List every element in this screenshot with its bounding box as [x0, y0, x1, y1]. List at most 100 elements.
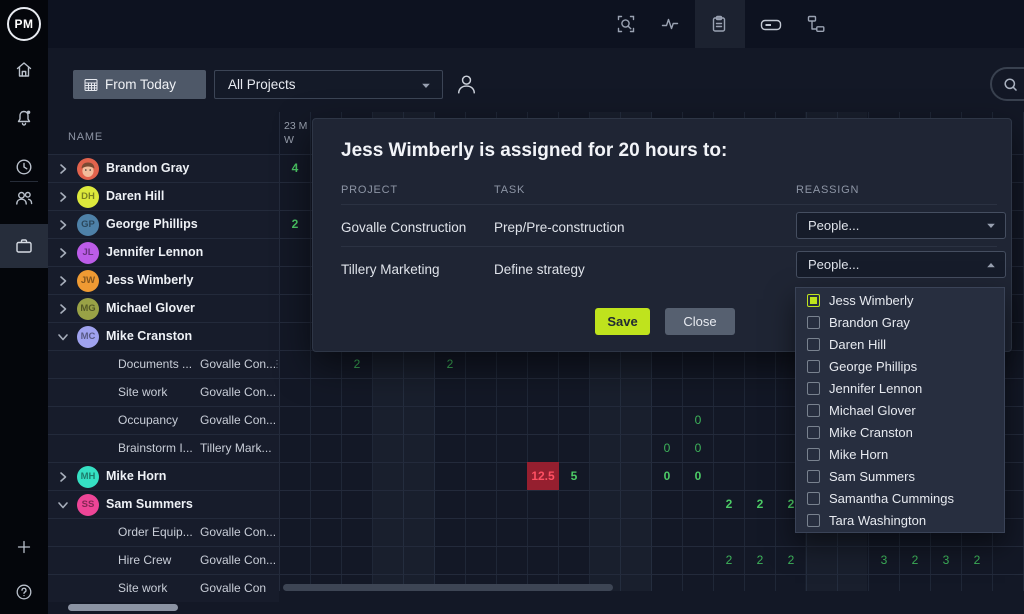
person-name: Jess Wimberly: [106, 267, 193, 294]
grid-cell-value[interactable]: 2: [744, 490, 776, 518]
projects-briefcase-icon[interactable]: [14, 236, 34, 256]
time-clock-icon[interactable]: [14, 157, 34, 177]
avatar: GP: [77, 214, 99, 236]
dropdown-option-label: Jennifer Lennon: [829, 378, 922, 400]
projects-filter-select[interactable]: All Projects: [214, 70, 443, 99]
dropdown-option[interactable]: Sam Summers: [796, 466, 1004, 488]
search-button[interactable]: [990, 67, 1024, 101]
checkbox-icon[interactable]: [807, 448, 820, 461]
name-column-header: NAME: [68, 131, 103, 143]
dropdown-option-label: Daren Hill: [829, 334, 886, 356]
tab-activity-icon[interactable]: [660, 14, 680, 34]
grid-cell-value[interactable]: 2: [434, 350, 466, 378]
team-users-icon[interactable]: [14, 188, 34, 208]
task-project: Govalle Con: [200, 575, 266, 602]
checkbox-checked-icon[interactable]: [807, 294, 820, 307]
from-today-label: From Today: [105, 77, 176, 92]
dropdown-option[interactable]: Mike Cranston: [796, 422, 1004, 444]
pm-logo[interactable]: PM: [7, 7, 41, 41]
chevron-right-icon[interactable]: [57, 275, 69, 287]
chevron-right-icon[interactable]: [57, 471, 69, 483]
row-menu-icon[interactable]: ⋮: [272, 351, 282, 378]
close-button[interactable]: Close: [665, 308, 735, 335]
person-name: Jennifer Lennon: [106, 239, 203, 266]
avatar: MG: [77, 298, 99, 320]
dropdown-option[interactable]: Samantha Cummings: [796, 488, 1004, 510]
dropdown-option[interactable]: Jennifer Lennon: [796, 378, 1004, 400]
grid-cell-value[interactable]: 3: [930, 546, 962, 574]
dropdown-option-label: Sam Summers: [829, 466, 915, 488]
checkbox-icon[interactable]: [807, 360, 820, 373]
names-horizontal-scrollbar[interactable]: [68, 604, 178, 611]
grid-cell-value[interactable]: 0: [651, 434, 683, 462]
checkbox-icon[interactable]: [807, 316, 820, 329]
tab-find-icon[interactable]: [616, 14, 636, 34]
modal-title: Jess Wimberly is assigned for 20 hours t…: [341, 140, 727, 162]
grid-cell-value[interactable]: 2: [341, 350, 373, 378]
checkbox-icon[interactable]: [807, 470, 820, 483]
task-name: Order Equip...: [118, 519, 193, 546]
dropdown-option[interactable]: Tara Washington: [796, 510, 1004, 532]
grid-cell-value[interactable]: 3: [868, 546, 900, 574]
reassign-people-select-open[interactable]: People...: [796, 251, 1006, 278]
modal-col-reassign: REASSIGN: [796, 184, 859, 196]
avatar: SS: [77, 494, 99, 516]
home-icon[interactable]: [14, 60, 34, 80]
chevron-right-icon[interactable]: [57, 163, 69, 175]
person-name: Brandon Gray: [106, 155, 189, 182]
save-button[interactable]: Save: [595, 308, 650, 335]
grid-cell-value[interactable]: 2: [775, 546, 807, 574]
checkbox-icon[interactable]: [807, 338, 820, 351]
checkbox-icon[interactable]: [807, 404, 820, 417]
notifications-bell-icon[interactable]: [14, 108, 34, 128]
help-icon[interactable]: [14, 582, 34, 602]
grid-cell-value[interactable]: 5: [558, 462, 590, 490]
chevron-right-icon[interactable]: [57, 247, 69, 259]
modal-col-task: TASK: [494, 184, 525, 196]
tab-sitemap-icon[interactable]: [806, 14, 826, 34]
from-today-button[interactable]: From Today: [73, 70, 206, 99]
grid-cell-value[interactable]: 0: [651, 462, 683, 490]
checkbox-icon[interactable]: [807, 426, 820, 439]
dropdown-option[interactable]: Jess Wimberly: [796, 290, 1004, 312]
grid-cell-value[interactable]: 0: [682, 462, 714, 490]
grid-cell-value[interactable]: 0: [682, 406, 714, 434]
tab-workload-icon[interactable]: [760, 19, 782, 31]
grid-cell-value[interactable]: 2: [279, 210, 311, 238]
people-filter-icon[interactable]: [454, 70, 479, 99]
dropdown-option[interactable]: Mike Horn: [796, 444, 1004, 466]
checkbox-icon[interactable]: [807, 514, 820, 527]
task-name: Site work: [118, 379, 167, 406]
dropdown-option[interactable]: Daren Hill: [796, 334, 1004, 356]
checkbox-icon[interactable]: [807, 382, 820, 395]
modal-col-project: PROJECT: [341, 184, 398, 196]
dropdown-option[interactable]: Brandon Gray: [796, 312, 1004, 334]
date-column-header: 23 M W: [284, 119, 307, 147]
assignment-task: Define strategy: [494, 260, 585, 280]
grid-cell-value[interactable]: 2: [744, 546, 776, 574]
dropdown-option-label: Mike Cranston: [829, 422, 913, 444]
chevron-right-icon[interactable]: [57, 303, 69, 315]
dropdown-option-label: Brandon Gray: [829, 312, 910, 334]
grid-cell-value[interactable]: 12.5: [527, 462, 559, 490]
grid-horizontal-scrollbar[interactable]: [283, 584, 613, 591]
grid-cell-value[interactable]: 4: [279, 154, 311, 182]
chevron-down-icon[interactable]: [57, 331, 69, 343]
reassign-people-select[interactable]: People...: [796, 212, 1006, 239]
tab-tasks-icon[interactable]: [709, 14, 729, 34]
chevron-right-icon[interactable]: [57, 219, 69, 231]
grid-cell-value[interactable]: 2: [961, 546, 993, 574]
checkbox-icon[interactable]: [807, 492, 820, 505]
grid-cell-value[interactable]: 0: [682, 434, 714, 462]
assignment-project: Tillery Marketing: [341, 260, 440, 280]
projects-filter-value: All Projects: [228, 77, 296, 92]
modal-divider: [341, 246, 997, 247]
add-plus-icon[interactable]: [14, 537, 34, 557]
grid-cell-value[interactable]: 2: [713, 546, 745, 574]
grid-cell-value[interactable]: 2: [713, 490, 745, 518]
dropdown-option[interactable]: George Phillips: [796, 356, 1004, 378]
grid-cell-value[interactable]: 2: [899, 546, 931, 574]
dropdown-option[interactable]: Michael Glover: [796, 400, 1004, 422]
chevron-down-icon[interactable]: [57, 499, 69, 511]
chevron-right-icon[interactable]: [57, 191, 69, 203]
